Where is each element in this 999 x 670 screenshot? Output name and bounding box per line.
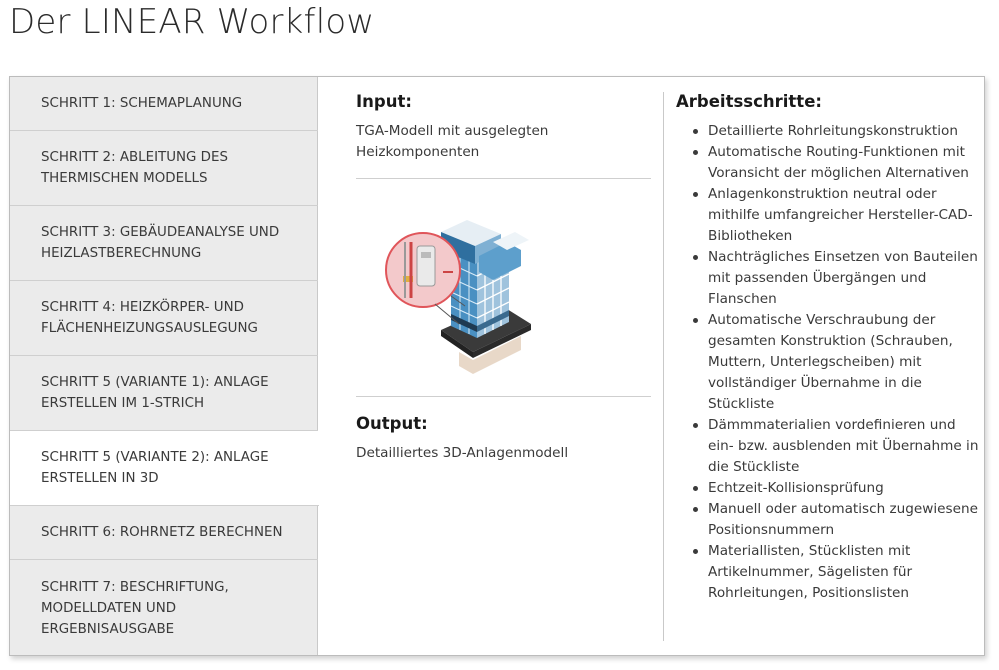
- step-tab-label: Schritt 5 (Variante 2): Anlage erstellen…: [41, 450, 269, 486]
- step-tab-3[interactable]: Schritt 3: Gebäudeanalyse und Heizlastbe…: [10, 206, 318, 281]
- step-tab-4[interactable]: Schritt 4: Heizkörper- und Flächenheizun…: [10, 281, 318, 356]
- list-item: Dämmmaterialien vordefinieren und ein- b…: [693, 415, 980, 478]
- step-tab-label: Schritt 3: Gebäudeanalyse und Heizlastbe…: [41, 225, 280, 261]
- input-output-column: Input: TGA-Modell mit ausgelegten Heizko…: [356, 77, 652, 655]
- step-tab-label: Schritt 6: Rohrnetz berechnen: [41, 525, 283, 540]
- divider: [356, 178, 651, 179]
- work-steps-column: Arbeitsschritte: Detaillierte Rohrleitun…: [676, 77, 981, 655]
- step-tab-5b[interactable]: Schritt 5 (Variante 2): Anlage erstellen…: [10, 431, 319, 506]
- list-item: Automatische Routing-Funktionen mit Vora…: [693, 142, 980, 184]
- list-item: Echtzeit-Kollisionsprüfung: [693, 478, 980, 499]
- step-tab-label: Schritt 1: Schemaplanung: [41, 96, 243, 111]
- list-item: Automatische Verschraubung der gesamten …: [693, 310, 980, 415]
- isometric-building-3d-model-icon: [381, 212, 561, 382]
- list-item: Nachträgliches Einsetzen von Bauteilen m…: [693, 247, 980, 310]
- output-text: Detailliertes 3D-Anlagenmodell: [356, 445, 569, 461]
- work-steps-list: Detaillierte Rohrleitungskonstruktion Au…: [693, 121, 980, 604]
- input-heading: Input:: [356, 92, 412, 111]
- step-tab-2[interactable]: Schritt 2: Ableitung des thermischen Mod…: [10, 131, 318, 206]
- page-title: Der LINEAR Workflow: [9, 2, 375, 42]
- list-item: Anlagenkonstruktion neutral oder mithilf…: [693, 184, 980, 247]
- step-tab-7[interactable]: Schritt 7: Beschriftung, Modelldaten und…: [10, 560, 318, 656]
- step-tab-label: Schritt 4: Heizkörper- und Flächenheizun…: [41, 300, 258, 336]
- work-steps-heading: Arbeitsschritte:: [676, 92, 822, 111]
- list-item: Detaillierte Rohrleitungskonstruktion: [693, 121, 980, 142]
- step-tab-1[interactable]: Schritt 1: Schemaplanung: [10, 77, 318, 131]
- column-divider: [663, 92, 664, 641]
- step-tab-label: Schritt 2: Ableitung des thermischen Mod…: [41, 150, 228, 186]
- step-tab-label: Schritt 7: Beschriftung, Modelldaten und…: [41, 579, 229, 637]
- output-heading: Output:: [356, 414, 428, 433]
- list-item: Materiallisten, Stücklisten mit Artikeln…: [693, 541, 980, 604]
- step-tab-label: Schritt 5 (Variante 1): Anlage erstellen…: [41, 375, 269, 411]
- input-text: TGA-Modell mit ausgelegten Heizkomponent…: [356, 123, 549, 160]
- step-tab-5a[interactable]: Schritt 5 (Variante 1): Anlage erstellen…: [10, 356, 318, 431]
- list-item: Manuell oder automatisch zugewiesene Pos…: [693, 499, 980, 541]
- workflow-panel: Schritt 1: Schemaplanung Schritt 2: Able…: [9, 76, 985, 656]
- divider: [356, 396, 651, 397]
- step-tab-6[interactable]: Schritt 6: Rohrnetz berechnen: [10, 506, 318, 560]
- step-sidebar: Schritt 1: Schemaplanung Schritt 2: Able…: [10, 77, 319, 656]
